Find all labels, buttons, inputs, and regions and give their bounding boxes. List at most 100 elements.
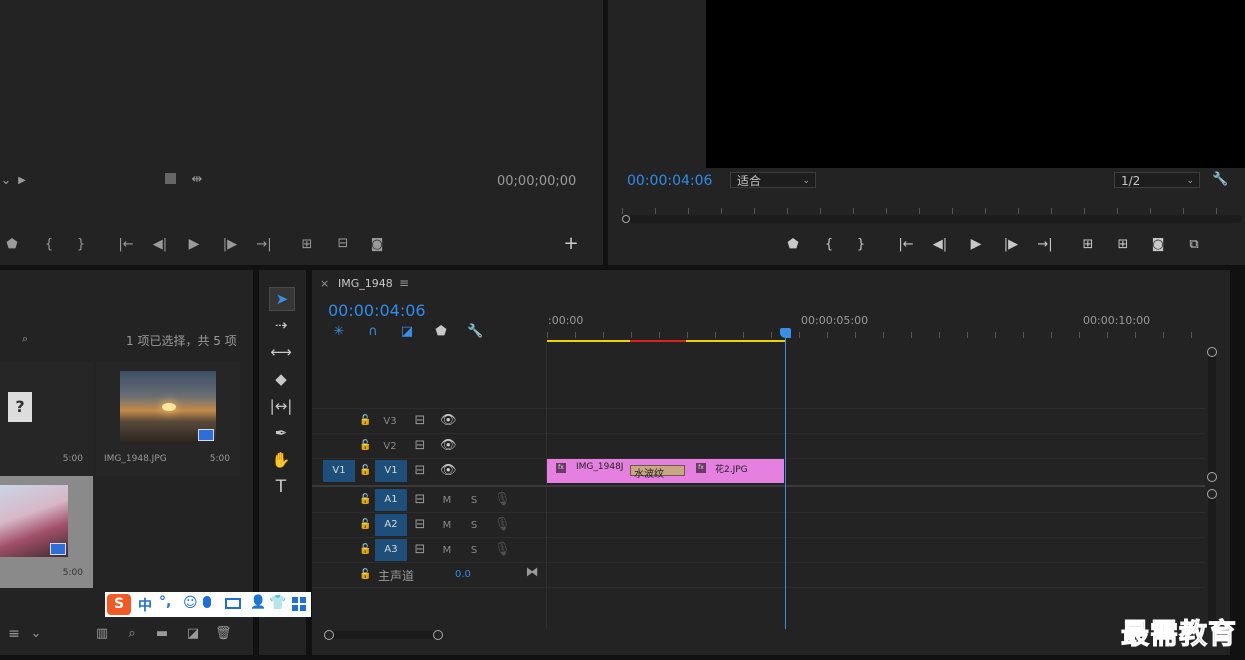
export-frame-icon[interactable]: ◙: [1150, 238, 1166, 252]
nest-sequences-icon[interactable]: ✳: [332, 325, 346, 339]
sogou-logo-icon[interactable]: S: [107, 594, 131, 615]
snap-magnet-icon[interactable]: ∩: [366, 325, 380, 339]
mark-out-icon[interactable]: }: [74, 238, 88, 252]
zoom-handle-left[interactable]: [324, 630, 334, 640]
program-timecode[interactable]: 00:00:04:06: [627, 173, 712, 189]
play-triangle-small-icon[interactable]: ▶: [16, 174, 28, 188]
track-target-v1[interactable]: V1: [375, 460, 407, 482]
overwrite-icon[interactable]: ⊟: [333, 237, 353, 251]
lock-icon[interactable]: 🔓: [359, 568, 371, 582]
sync-lock-icon[interactable]: ⊟: [413, 518, 427, 532]
scroll-handle[interactable]: [1207, 347, 1217, 357]
toolbox-grid-icon[interactable]: [292, 597, 306, 611]
go-to-in-icon[interactable]: |←: [117, 238, 135, 252]
lift-icon[interactable]: ⊞: [1078, 238, 1098, 252]
find-icon[interactable]: ⌕: [18, 332, 32, 346]
new-bin-icon[interactable]: ▬: [154, 627, 170, 641]
export-frame-icon[interactable]: ◙: [369, 238, 385, 252]
resolution-select[interactable]: 1/2 ⌄: [1114, 172, 1200, 188]
transition-ripple[interactable]: 水波纹: [630, 465, 685, 480]
add-marker-icon[interactable]: ⬟: [434, 325, 448, 339]
selection-tool-icon[interactable]: ➤: [269, 287, 295, 311]
go-to-end-icon[interactable]: ⧓: [525, 566, 539, 580]
track-target-a3[interactable]: A3: [375, 539, 407, 561]
chevron-down-icon[interactable]: ⌄: [0, 174, 12, 188]
source-insert-icon[interactable]: [165, 173, 176, 184]
scroll-handle[interactable]: [1207, 472, 1217, 482]
add-marker-icon[interactable]: ⬟: [786, 238, 800, 252]
solo-button[interactable]: S: [464, 495, 484, 506]
ripple-edit-tool-icon[interactable]: ⟷: [269, 341, 293, 363]
new-item-icon[interactable]: ◪: [185, 627, 201, 641]
source-patch-v1[interactable]: V1: [323, 460, 355, 482]
program-scrubber-track[interactable]: [622, 215, 1242, 223]
add-marker-icon[interactable]: ⬟: [5, 238, 19, 252]
scroll-handle[interactable]: [1207, 489, 1217, 499]
user-icon[interactable]: 👤: [250, 595, 266, 610]
add-button-icon[interactable]: +: [563, 235, 579, 253]
lock-icon[interactable]: 🔓: [359, 493, 371, 507]
sync-lock-icon[interactable]: ⊟: [413, 414, 427, 428]
solo-button[interactable]: S: [464, 545, 484, 556]
program-scrubber-handle[interactable]: [622, 215, 630, 223]
mute-button[interactable]: M: [437, 520, 457, 531]
ime-punct[interactable]: °,: [159, 594, 171, 610]
solo-button[interactable]: S: [464, 520, 484, 531]
mark-in-icon[interactable]: {: [42, 238, 56, 252]
lock-icon[interactable]: 🔓: [359, 414, 371, 428]
extract-icon[interactable]: ⊞: [1113, 238, 1133, 252]
type-tool-icon[interactable]: T: [269, 476, 293, 498]
pen-tool-icon[interactable]: ✒: [269, 422, 293, 444]
mark-out-icon[interactable]: }: [854, 238, 868, 252]
find-icon[interactable]: ⌕: [124, 627, 140, 641]
hand-tool-icon[interactable]: ✋: [269, 449, 293, 471]
vertical-scrollbar-video[interactable]: [1208, 348, 1216, 480]
mute-button[interactable]: M: [437, 545, 457, 556]
project-item-img1948[interactable]: IMG_1948.JPG 5:00: [96, 362, 240, 476]
step-forward-icon[interactable]: |▶: [1003, 238, 1019, 252]
step-back-icon[interactable]: ◀|: [932, 238, 948, 252]
trash-icon[interactable]: 🗑: [215, 627, 232, 641]
sync-lock-icon[interactable]: ⊟: [413, 464, 427, 478]
lock-icon[interactable]: 🔓: [359, 439, 371, 453]
go-to-out-icon[interactable]: →|: [1036, 238, 1054, 252]
microphone-icon[interactable]: [203, 596, 211, 608]
linked-selection-icon[interactable]: ◪: [399, 325, 415, 339]
go-to-in-icon[interactable]: |←: [897, 238, 915, 252]
wrench-icon[interactable]: 🔧: [467, 325, 483, 339]
wrench-icon[interactable]: 🔧: [1212, 173, 1228, 187]
sync-lock-icon[interactable]: ⊟: [413, 439, 427, 453]
close-tab-icon[interactable]: ×: [320, 277, 329, 290]
project-item-unknown[interactable]: ? 5:00: [0, 362, 93, 476]
track-target-a1[interactable]: A1: [375, 489, 407, 511]
voiceover-mic-icon[interactable]: 🎙: [494, 518, 511, 532]
comparison-view-icon[interactable]: ⧉: [1184, 238, 1204, 252]
sync-lock-icon[interactable]: ⊟: [413, 493, 427, 507]
razor-tool-icon[interactable]: ◆: [269, 368, 293, 390]
mute-button[interactable]: M: [437, 495, 457, 506]
fit-select[interactable]: 适合 ⌄: [730, 172, 816, 188]
eye-icon[interactable]: 👁: [440, 464, 457, 478]
project-item-flower[interactable]: 5:00: [0, 476, 93, 588]
step-back-icon[interactable]: ◀|: [152, 238, 168, 252]
play-icon[interactable]: ▶: [968, 237, 984, 251]
timeline-timecode[interactable]: 00:00:04:06: [328, 301, 426, 320]
skin-shirt-icon[interactable]: 👕: [269, 595, 286, 611]
emoji-icon[interactable]: ☺: [183, 595, 198, 611]
zoom-handle-right[interactable]: [433, 630, 443, 640]
master-volume[interactable]: 0.0: [455, 569, 471, 580]
voiceover-mic-icon[interactable]: 🎙: [494, 543, 511, 557]
automate-to-sequence-icon[interactable]: ▥: [93, 627, 111, 641]
play-icon[interactable]: ▶: [186, 237, 202, 251]
vertical-scrollbar-audio[interactable]: [1208, 490, 1216, 628]
voiceover-mic-icon[interactable]: 🎙: [494, 493, 511, 507]
lock-icon[interactable]: 🔓: [359, 464, 371, 478]
mark-in-icon[interactable]: {: [822, 238, 836, 252]
go-to-out-icon[interactable]: →|: [255, 238, 273, 252]
eye-icon[interactable]: 👁: [440, 439, 457, 453]
insert-icon[interactable]: ⊞: [297, 238, 317, 252]
tab-menu-icon[interactable]: ≡: [399, 276, 409, 290]
chevron-down-icon[interactable]: ⌄: [30, 627, 42, 641]
lock-icon[interactable]: 🔓: [359, 518, 371, 532]
step-forward-icon[interactable]: |▶: [222, 238, 238, 252]
